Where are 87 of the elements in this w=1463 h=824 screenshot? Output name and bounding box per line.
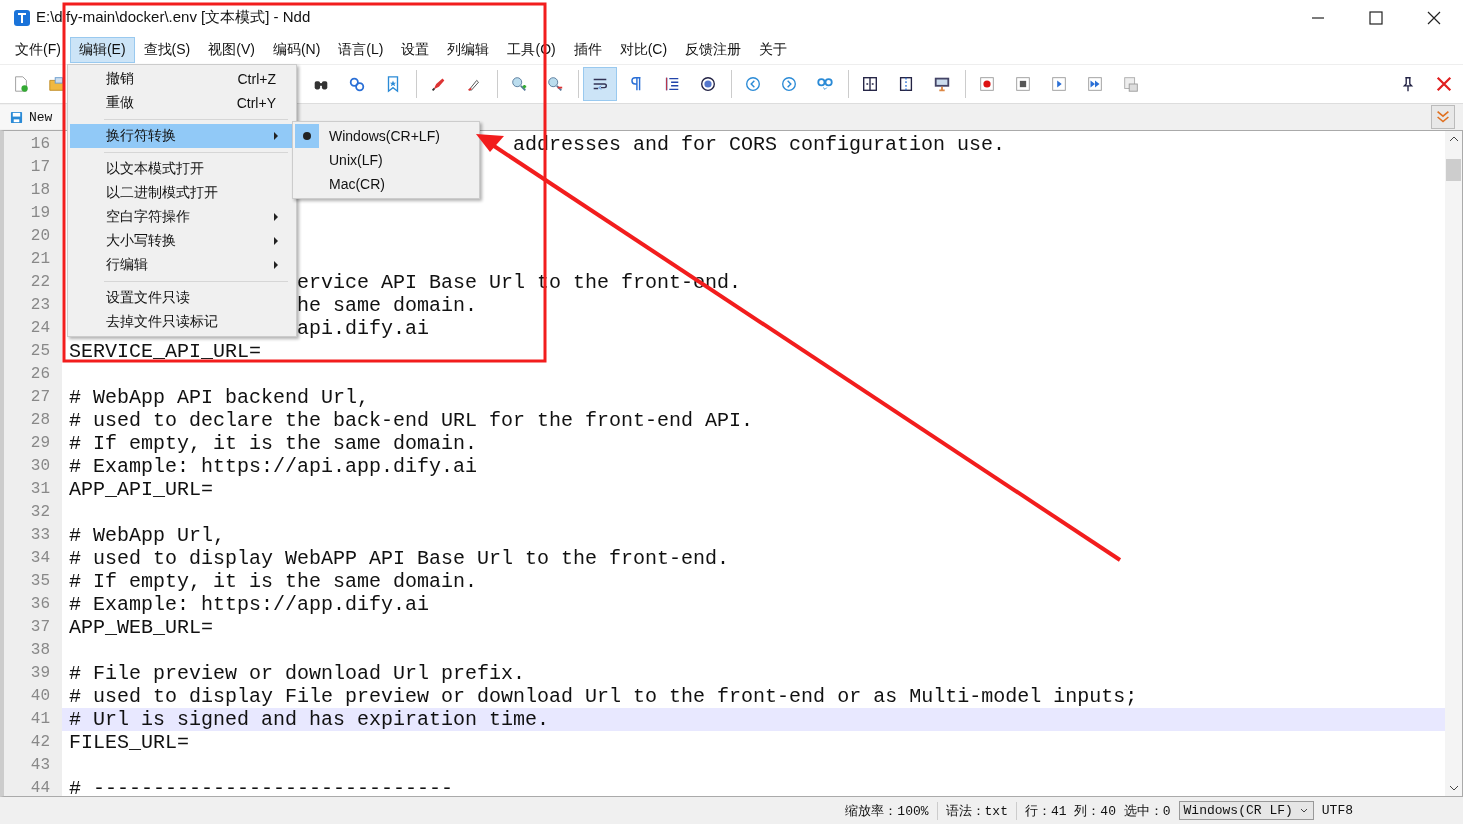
submenu-arrow-icon [272, 212, 280, 222]
menu-item[interactable]: 编码(N) [263, 37, 330, 63]
line-number: 19 [29, 203, 51, 224]
code-line: # ------------------------------ [69, 777, 454, 800]
line-number: 36 [29, 594, 51, 615]
menu-item[interactable]: Unix(LF) [293, 148, 479, 172]
code-line: # Example: https://api.app.dify.ai [69, 455, 478, 478]
vertical-scrollbar[interactable] [1445, 131, 1462, 796]
code-line: APP_API_URL= [69, 478, 214, 501]
file-tab[interactable]: New [0, 105, 63, 129]
code-line: # File preview or download Url prefix. [69, 662, 526, 685]
code-line: api.dify.ai [297, 317, 430, 340]
encoding-status: UTF8 [1320, 803, 1353, 818]
submenu-arrow-icon [272, 131, 280, 141]
line-number: 42 [29, 732, 51, 753]
menu-item[interactable]: 空白字符操作 [70, 205, 294, 229]
menu-item[interactable]: 设置 [392, 37, 439, 63]
line-number: 41 [29, 709, 51, 730]
code-line: # used to display WebAPP API Base Url to the front-end. [69, 547, 730, 570]
menu-item[interactable]: 行编辑 [70, 253, 294, 277]
line-number: 43 [29, 755, 51, 776]
menu-item[interactable]: 以二进制模式打开 [70, 181, 294, 205]
code-line: APP_WEB_URL= [69, 616, 214, 639]
menu-item[interactable]: Windows(CR+LF) [293, 124, 479, 148]
word-wrap-icon[interactable] [583, 67, 617, 101]
line-number: 34 [29, 548, 51, 569]
code-line: # If empty, it is the same domain. [69, 570, 478, 593]
line-number: 22 [29, 272, 51, 293]
menu-item[interactable]: 视图(V) [199, 37, 264, 63]
menu-item[interactable]: 查找(S) [134, 37, 200, 63]
menu-item[interactable]: 设置文件只读 [70, 286, 294, 310]
menu-item[interactable]: 换行符转换 [70, 124, 294, 148]
menu-item[interactable]: 撤销 Ctrl+Z [70, 67, 294, 91]
line-number: 28 [29, 410, 51, 431]
menu-item[interactable]: 重做 Ctrl+Y [70, 91, 294, 115]
menu-item[interactable]: 语言(L) [329, 37, 393, 63]
submenu-arrow-icon [272, 260, 280, 270]
line-number: 44 [29, 778, 51, 799]
menu-item[interactable]: 大小写转换 [70, 229, 294, 253]
line-number: 40 [29, 686, 51, 707]
code-line: he same domain. [297, 294, 478, 317]
line-number: 38 [29, 640, 51, 661]
line-number: 24 [29, 318, 51, 339]
menu-item[interactable]: 编辑(E) [69, 37, 135, 63]
line-number: 35 [29, 571, 51, 592]
code-line: # used to display File preview or download Url to the front-end or as Multi-model inputs; [69, 685, 1138, 708]
menu-item[interactable]: 反馈注册 [676, 37, 751, 63]
line-number: 25 [29, 341, 51, 362]
line-number: 39 [29, 663, 51, 684]
zoom-status: 缩放率：100% [837, 801, 938, 820]
line-number: 23 [29, 295, 51, 316]
save-icon [10, 110, 23, 124]
menu-item[interactable]: 对比(C) [610, 37, 677, 63]
line-number: 21 [29, 249, 51, 270]
scrollbar-thumb[interactable] [1446, 159, 1461, 181]
line-number: 30 [29, 456, 51, 477]
line-number: 18 [29, 180, 51, 201]
menu-item[interactable]: 关于 [750, 37, 797, 63]
menu-item[interactable]: 插件 [564, 37, 611, 63]
code-line: # If empty, it is the same domain. [69, 432, 478, 455]
line-number: 26 [29, 364, 51, 385]
code-line: SERVICE_API_URL= [69, 340, 262, 363]
cursor-status: 行：41 列：40 选中：0 [1023, 802, 1172, 820]
menu-item[interactable]: 去掉文件只读标记 [70, 310, 294, 334]
app-icon [14, 10, 30, 26]
line-number: 16 [29, 134, 51, 155]
line-number: 31 [29, 479, 51, 500]
line-number: 20 [29, 226, 51, 247]
line-number: 33 [29, 525, 51, 546]
line-ending-dropdown[interactable]: Windows(CR LF) [1178, 801, 1314, 820]
menu-item[interactable]: 以文本模式打开 [70, 157, 294, 181]
line-number: 32 [29, 502, 51, 523]
code-line: # Example: https://app.dify.ai [69, 593, 430, 616]
submenu-arrow-icon [272, 236, 280, 246]
line-number: 37 [29, 617, 51, 638]
code-line: # WebApp Url, [69, 524, 226, 547]
code-line: # WebApp API backend Url, [69, 386, 370, 409]
menu-item[interactable]: Mac(CR) [293, 172, 479, 196]
line-number: 27 [29, 387, 51, 408]
menu-item[interactable]: 列编辑 [438, 37, 499, 63]
line-number: 29 [29, 433, 51, 454]
menu-item[interactable]: 文件(F) [6, 37, 70, 63]
code-line: # used to declare the back-end URL for the front-end API. [69, 409, 754, 432]
line-number: 17 [29, 157, 51, 178]
code-line: # Url is signed and has expiration time. [69, 708, 550, 731]
code-line: FILES_URL= [69, 731, 190, 754]
syntax-status: 语法：txt [937, 801, 1017, 820]
